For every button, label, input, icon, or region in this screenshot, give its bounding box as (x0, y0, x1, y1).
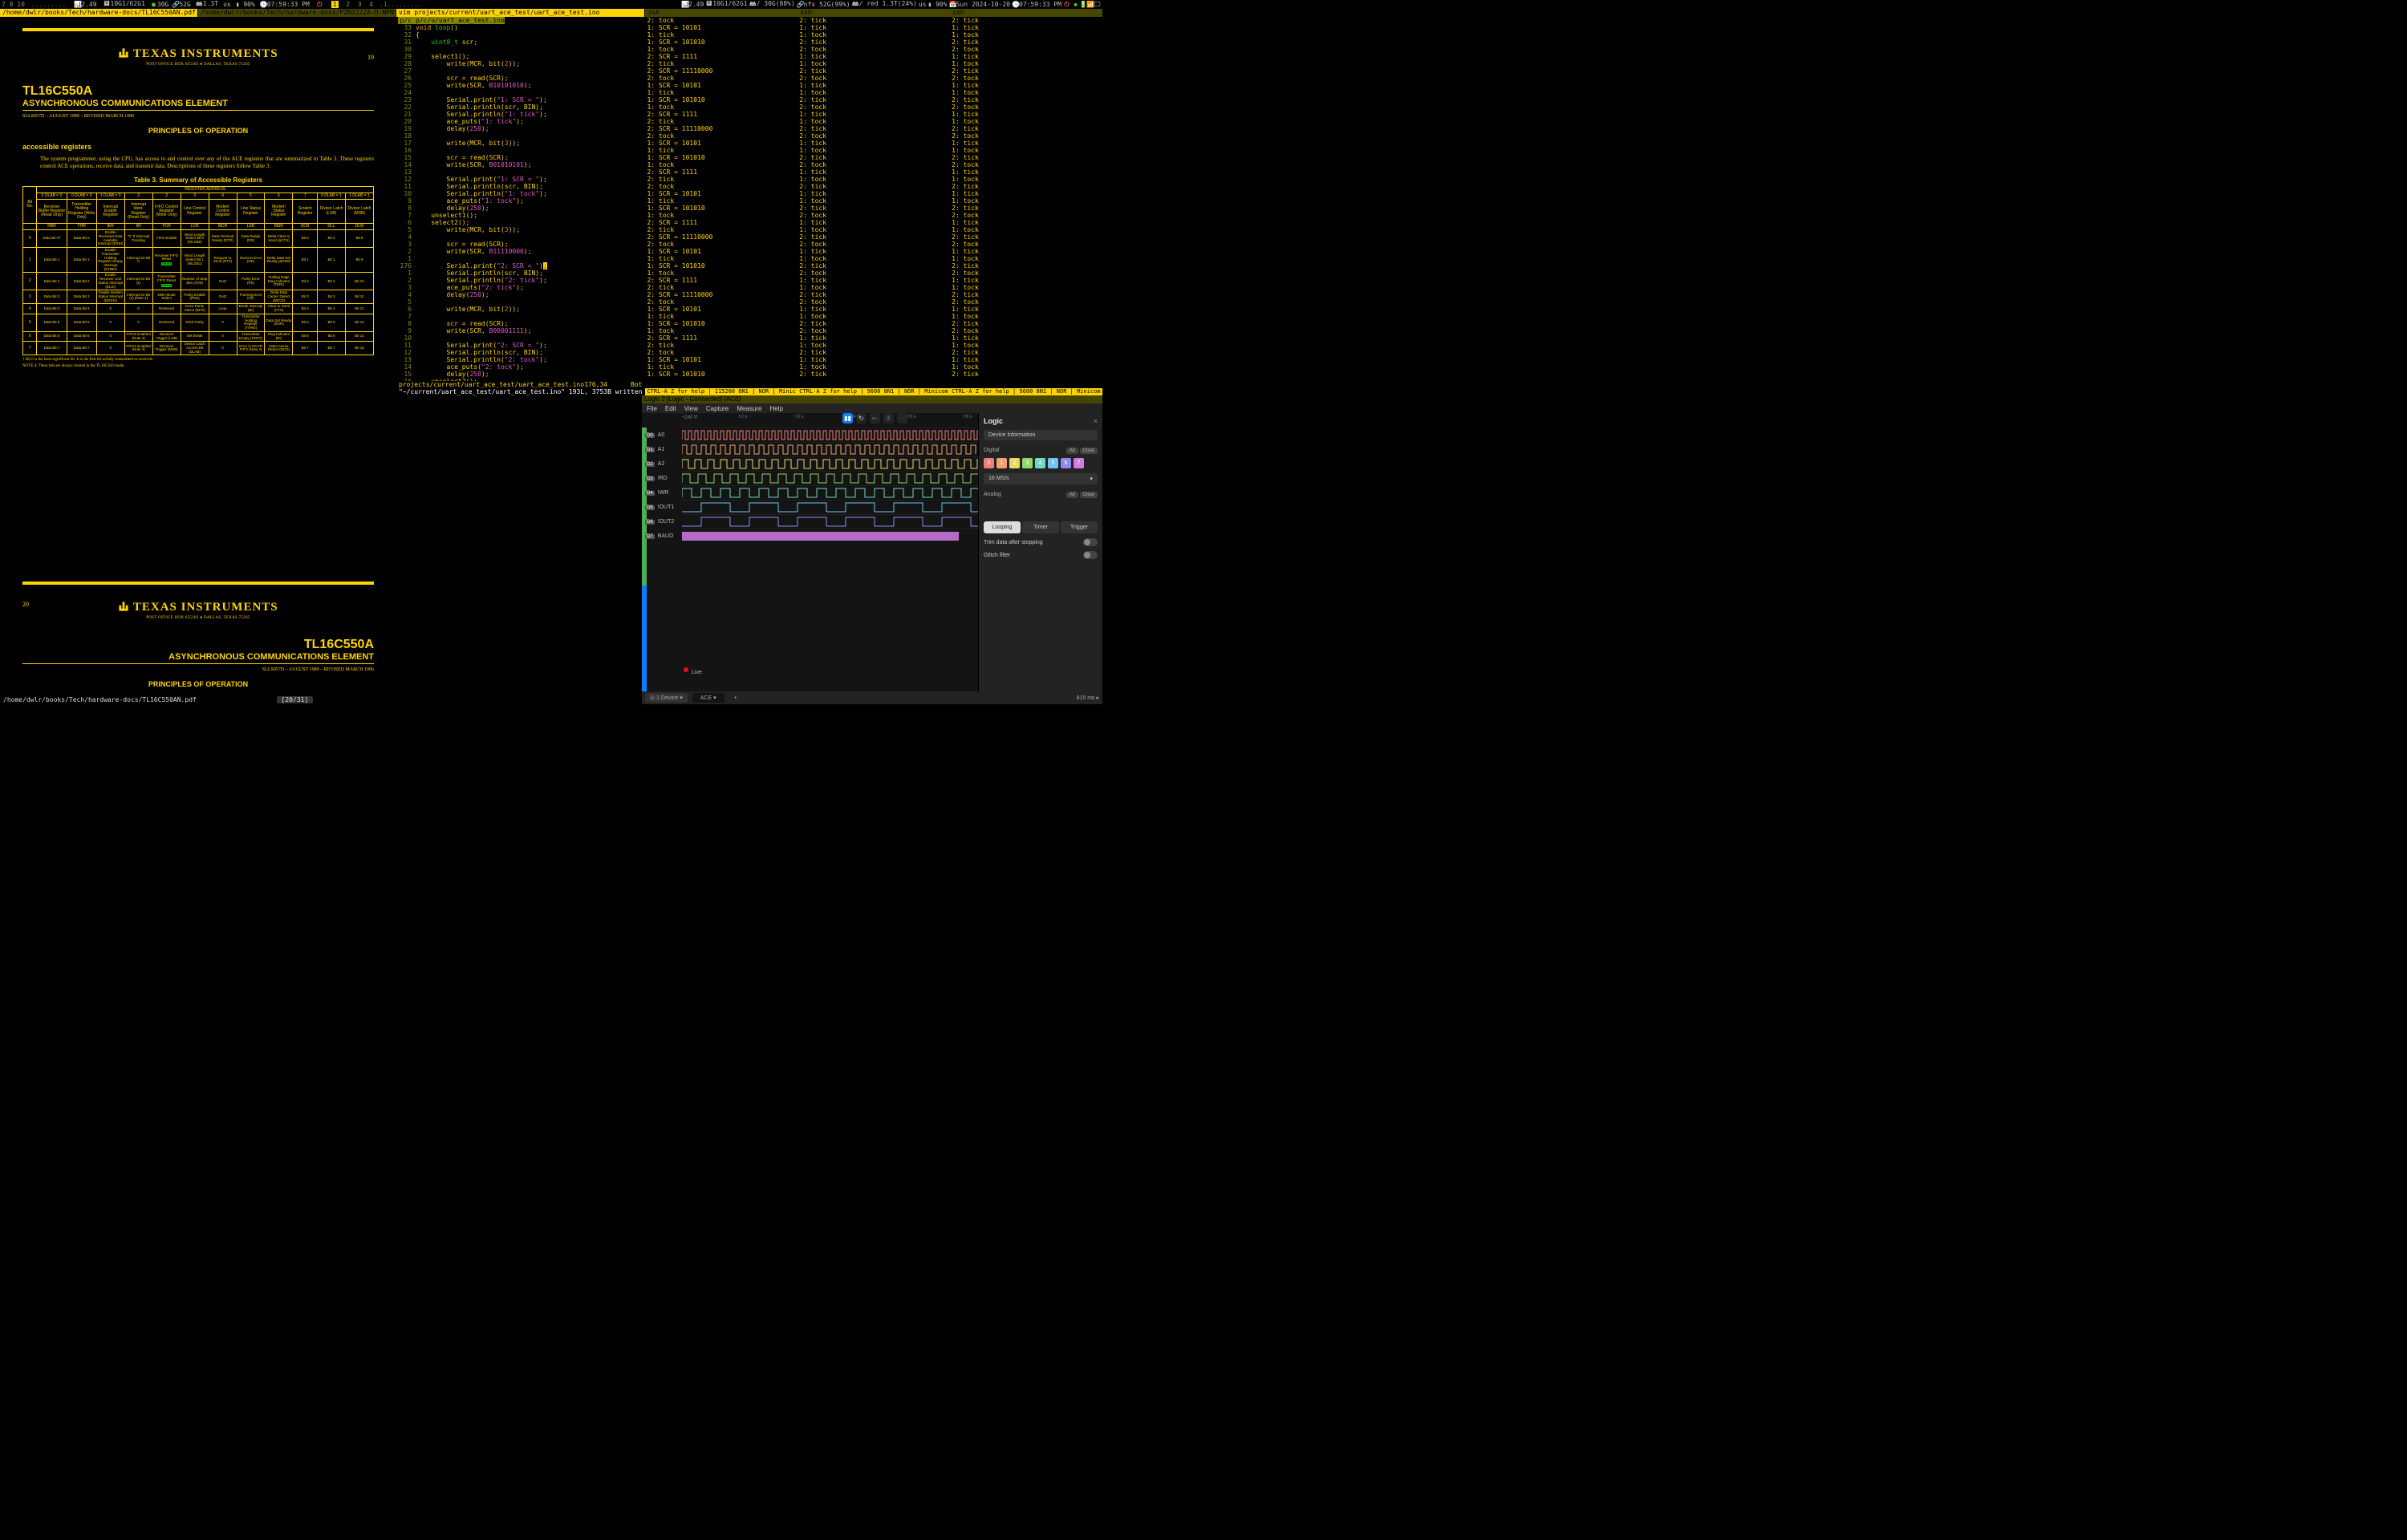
menu-file[interactable]: File (647, 405, 657, 412)
channel-selector[interactable]: 01234567 (984, 458, 1098, 468)
analyzer-tab-blue[interactable] (642, 586, 647, 691)
workspaces-right[interactable]: 1 2 3 4 (331, 1, 373, 8)
logic-window-title: Logic 2 [Logic - Connected] [ACE] (642, 395, 1102, 403)
minicom-115200[interactable]: zsh 2: tock 1: SCR = 10101 1: tick 1: SC… (645, 9, 798, 395)
ti-logo-pg20: TEXAS INSTRUMENTS (22, 601, 374, 614)
trim-toggle[interactable] (1083, 538, 1098, 546)
pdf-viewer-pane: /home/dwlr/books/Tech/hardware-docs/TL16… (0, 9, 396, 704)
session-tab[interactable]: ACE ▾ (692, 693, 725, 703)
registers-table: Bit No.REGISTER ADDRESS 0 DLAB = 00 DLAB… (22, 186, 374, 356)
minicom-9600-a[interactable]: zsh 2: tick 1: tick 1: tock 2: tick 2: t… (798, 9, 950, 395)
analog-clear-button[interactable]: Clear (1080, 492, 1098, 498)
ti-logo: TEXAS INSTRUMENTS (22, 47, 374, 61)
pdf-tab-inactive[interactable]: /home/dwlr/books/Tech/hardware-docs/P2N2… (198, 9, 396, 17)
minicom-9600-b[interactable]: zsh 2: tick 1: tick 1: tock 2: tick 2: t… (950, 9, 1102, 395)
device-info-button[interactable]: Device Information (984, 430, 1098, 440)
capture-time: 815 ms ▸ (1077, 695, 1099, 701)
sample-rate-select[interactable]: 16 MS/s▾ (984, 473, 1098, 484)
trigger-button[interactable]: Trigger (1061, 521, 1098, 533)
device-selector[interactable]: ◎ 1 Device ▾ (645, 693, 688, 703)
pdf-tab-active[interactable]: /home/dwlr/books/Tech/hardware-docs/TL16… (0, 9, 198, 17)
glitch-toggle[interactable] (1083, 551, 1098, 559)
menu-help[interactable]: Help (769, 405, 782, 412)
menu-measure[interactable]: Measure (737, 405, 761, 412)
menu-edit[interactable]: Edit (665, 405, 676, 412)
logic-menubar[interactable]: File Edit View Capture Measure Help (642, 403, 1102, 413)
pdf-page[interactable]: TEXAS INSTRUMENTS POST OFFICE BOX 655303… (0, 17, 396, 695)
analog-all-button[interactable]: All (1066, 492, 1078, 498)
editor-title: vim projects/current/uart_ace_test/uart_… (396, 9, 644, 17)
add-session-button[interactable]: + (729, 694, 742, 703)
logic-analyzer-pane[interactable]: Logic 2 [Logic - Connected] [ACE] File Ed… (642, 395, 1102, 704)
layout-left: ......... (31, 1, 66, 8)
logic-settings-panel: Logic× Device Information DigitalAll Cle… (978, 413, 1102, 691)
pdf-footer: /home/dwlr/books/Tech/hardware-docs/TL16… (0, 695, 396, 704)
timer-button[interactable]: Timer (1022, 521, 1059, 533)
digital-all-button[interactable]: All (1066, 448, 1078, 454)
statusbar: 7 8 10 ......... 📊2.49 🖬10G1/62G1 ●30G 🔗… (0, 0, 1102, 9)
menu-view[interactable]: View (684, 405, 698, 412)
logic-footer: ◎ 1 Device ▾ ACE ▾ + 815 ms ▸ (642, 691, 1102, 704)
editor-pane[interactable]: vim projects/current/uart_ace_test/uart_… (396, 9, 645, 395)
workspaces-left[interactable]: 7 8 10 (2, 1, 25, 8)
close-icon[interactable]: × (1094, 417, 1098, 425)
looping-button[interactable]: Looping (984, 521, 1021, 533)
page-indicator: [20/31] (277, 696, 314, 703)
menu-capture[interactable]: Capture (706, 405, 729, 412)
digital-clear-button[interactable]: Clear (1080, 448, 1098, 454)
live-indicator-icon (684, 667, 688, 672)
